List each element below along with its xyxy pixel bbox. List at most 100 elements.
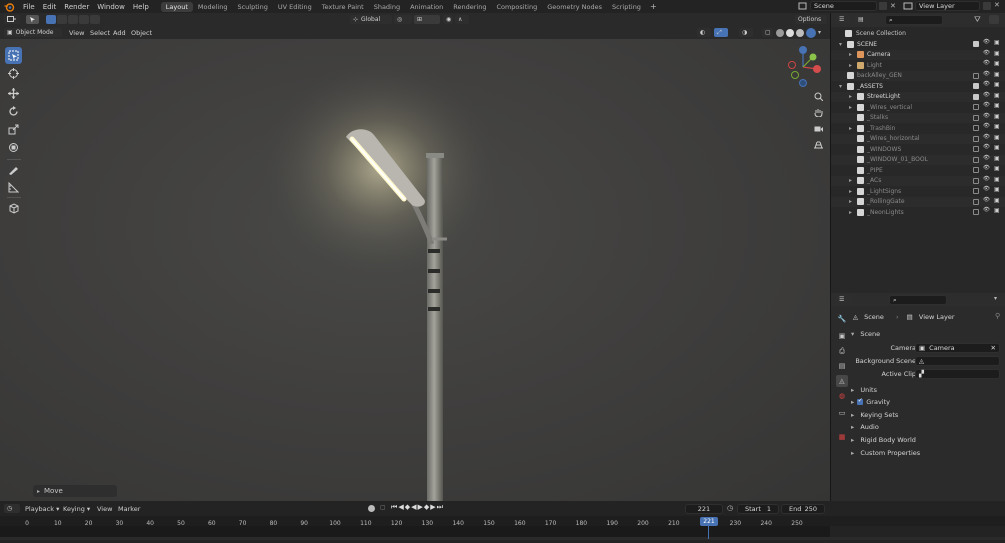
timeline-editor-type-icon[interactable]: ◷ [4, 504, 20, 513]
visibility-eye-icon[interactable]: 👁 [983, 113, 990, 119]
tab-modeling[interactable]: Modeling [193, 2, 233, 12]
snap-toggle-icon[interactable]: ⊞ [414, 15, 440, 24]
tab-shading[interactable]: Shading [369, 2, 405, 12]
gravity-checkbox[interactable]: ✓ [857, 397, 864, 405]
select-intersect-icon[interactable] [90, 15, 100, 24]
last-operator-panel[interactable]: ▸ Move [33, 485, 117, 497]
outliner-row[interactable]: _Stalks 👁 ▣ [831, 112, 1005, 123]
outliner-row[interactable]: ▸ _TrashBin 👁 ▣ [831, 123, 1005, 133]
timeline-keying-menu[interactable]: Keying ▾ [63, 505, 90, 513]
outliner-row[interactable]: backAlley_GEN 👁 ▣ [831, 70, 1005, 81]
select-invert-icon[interactable] [79, 15, 89, 24]
options-dropdown[interactable]: Options [795, 15, 827, 24]
units-panel-header[interactable]: ▸ Units [851, 386, 877, 394]
pan-view-icon[interactable] [812, 106, 825, 119]
current-frame-field[interactable]: 221 [685, 504, 723, 514]
outliner-row[interactable]: ▸ _RollingGate 👁 ▣ [831, 196, 1005, 207]
camera-field[interactable]: ▣ Camera ✕ [915, 343, 1000, 353]
outliner-row[interactable]: ▾ SCENE 👁 ▣ [831, 39, 1005, 49]
delete-scene-icon[interactable]: ✕ [890, 2, 898, 10]
visibility-eye-icon[interactable]: 👁 [983, 50, 990, 56]
shading-rendered-icon[interactable] [806, 28, 816, 38]
scene-type-icon[interactable] [798, 1, 808, 11]
overlays-toggle-icon[interactable]: ◑ [739, 28, 753, 37]
new-view-layer-icon[interactable] [983, 2, 991, 10]
menu-select[interactable]: Select [90, 29, 110, 37]
scene-selector[interactable]: Scene [810, 1, 877, 11]
outliner-row[interactable]: ▸ _Wires_vertical 👁 ▣ [831, 102, 1005, 112]
disclosure-triangle-icon[interactable]: ▸ [849, 209, 852, 216]
timeline-view-menu[interactable]: View [97, 505, 112, 513]
measure-tool-icon[interactable] [5, 179, 22, 196]
select-box-tool-icon[interactable] [5, 47, 22, 64]
prev-keyframe-icon[interactable]: ◀◆ [398, 503, 411, 511]
disclosure-triangle-icon[interactable]: ▸ [849, 51, 852, 58]
visibility-eye-icon[interactable]: 👁 [983, 134, 990, 140]
background-scene-field[interactable]: ◬ [915, 356, 1000, 366]
outliner-row[interactable]: _PIPE 👁 ▣ [831, 165, 1005, 175]
render-visibility-icon[interactable]: ▣ [994, 50, 1000, 57]
tab-uv-editing[interactable]: UV Editing [273, 2, 317, 12]
display-mode-icon[interactable]: ▤ [855, 15, 871, 24]
delete-view-layer-icon[interactable]: ✕ [994, 1, 1000, 9]
visibility-eye-icon[interactable]: 👁 [983, 155, 990, 161]
visibility-eye-icon[interactable]: 👁 [983, 92, 990, 98]
render-visibility-icon[interactable]: ▣ [994, 176, 1000, 183]
3d-viewport[interactable]: ▸ Move [0, 39, 830, 501]
perspective-toggle-icon[interactable] [812, 138, 825, 151]
properties-search-input[interactable]: ⌕ [889, 295, 947, 305]
outliner-row[interactable]: _WINDOWS 👁 ▣ [831, 144, 1005, 154]
render-visibility-icon[interactable]: ▣ [994, 102, 1000, 109]
menu-view[interactable]: View [69, 29, 84, 37]
disclosure-triangle-icon[interactable]: ▸ [849, 125, 852, 132]
outliner-row[interactable]: ▸ _ACs 👁 ▣ [831, 175, 1005, 186]
shading-options-icon[interactable]: ▾ [818, 29, 821, 36]
visibility-eye-icon[interactable]: 👁 [983, 165, 990, 171]
visibility-eye-icon[interactable]: 👁 [983, 207, 990, 213]
new-collection-icon[interactable] [989, 15, 999, 24]
scene-section-header[interactable]: ▾ Scene [851, 330, 880, 338]
exclude-checkbox[interactable] [973, 104, 979, 110]
disclosure-triangle-icon[interactable]: ▸ [849, 93, 852, 100]
render-visibility-icon[interactable]: ▣ [994, 113, 1000, 120]
exclude-checkbox[interactable] [973, 83, 979, 89]
visibility-eye-icon[interactable]: 👁 [983, 176, 990, 182]
visibility-eye-icon[interactable]: 👁 [983, 123, 990, 129]
outliner-row[interactable]: ▸ Light 👁 ▣ [831, 60, 1005, 70]
tool-tab-icon[interactable]: 🔧 [836, 313, 848, 325]
rotate-tool-icon[interactable] [5, 103, 22, 120]
rigid-body-world-panel-header[interactable]: ▸ Rigid Body World [851, 436, 916, 444]
move-tool-icon[interactable] [5, 85, 22, 102]
annotate-tool-icon[interactable] [5, 161, 22, 178]
render-visibility-icon[interactable]: ▣ [994, 197, 1000, 204]
disclosure-triangle-icon[interactable]: ▾ [839, 41, 842, 48]
gravity-panel-header[interactable]: ▸ ✓ Gravity [851, 397, 890, 407]
exclude-checkbox[interactable] [973, 41, 979, 47]
scene-tab-icon[interactable]: ◬ [836, 375, 848, 387]
select-mode-tweak-icon[interactable] [26, 15, 39, 24]
tab-scripting[interactable]: Scripting [607, 2, 646, 12]
world-tab-icon[interactable]: ◍ [836, 390, 848, 402]
disclosure-triangle-icon[interactable]: ▸ [849, 177, 852, 184]
timeline-scrollbar[interactable] [0, 537, 1005, 540]
view-layer-icon[interactable] [903, 1, 913, 11]
render-visibility-icon[interactable]: ▣ [994, 60, 1000, 67]
exclude-checkbox[interactable] [973, 167, 979, 173]
playhead-frame-badge[interactable]: 221 [700, 517, 718, 526]
object-mode-dropdown[interactable]: ▣ Object Mode [4, 28, 62, 37]
output-tab-icon[interactable]: ⎙ [836, 345, 848, 357]
navigation-gizmo[interactable] [783, 45, 825, 90]
disclosure-triangle-icon[interactable]: ▸ [849, 198, 852, 205]
blender-logo-icon[interactable] [4, 2, 16, 12]
outliner-row[interactable]: ▾ _ASSETS 👁 ▣ [831, 81, 1005, 91]
outliner-search-input[interactable]: ⌕ [885, 15, 943, 25]
preview-range-icon[interactable]: ◷ [727, 504, 733, 512]
transform-orientation-dropdown[interactable]: ⊹ Global [350, 15, 392, 24]
tab-compositing[interactable]: Compositing [491, 2, 542, 12]
render-visibility-icon[interactable]: ▣ [994, 207, 1000, 214]
exclude-checkbox[interactable] [973, 146, 979, 152]
outliner-row[interactable]: ▸ StreetLight 👁 ▣ [831, 91, 1005, 102]
shading-wireframe-icon[interactable] [776, 29, 784, 37]
add-cube-tool-icon[interactable] [5, 200, 22, 217]
visibility-eye-icon[interactable]: 👁 [983, 144, 990, 150]
